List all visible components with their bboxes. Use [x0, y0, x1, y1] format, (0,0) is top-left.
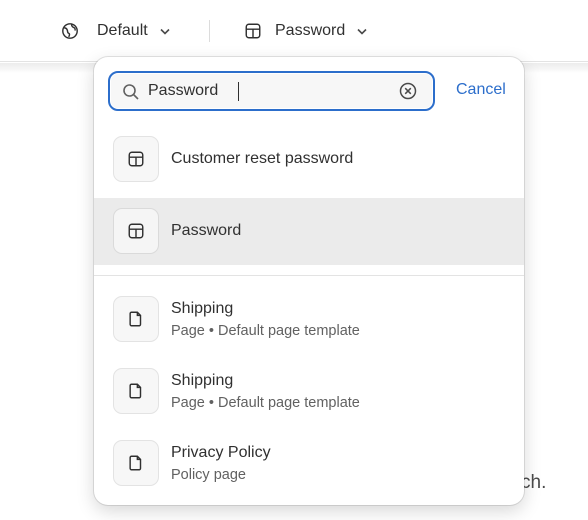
topbar-divider: [209, 20, 210, 42]
result-item[interactable]: Shipping Page • Default page template: [94, 360, 524, 424]
result-title: Privacy Policy: [171, 444, 271, 461]
result-title: Shipping: [171, 372, 234, 389]
theme-selector[interactable]: Default: [61, 18, 172, 44]
result-title: Customer reset password: [171, 150, 354, 167]
background-text: ch.: [521, 472, 547, 493]
result-subtitle: Page • Default page template: [171, 323, 360, 339]
chevron-down-icon: [355, 24, 369, 38]
page-icon: [113, 296, 159, 342]
cancel-button[interactable]: Cancel: [456, 81, 506, 99]
theme-selector-label: Default: [97, 22, 148, 39]
template-selector[interactable]: Password: [244, 18, 369, 44]
result-title: Shipping: [171, 300, 234, 317]
search-input[interactable]: [148, 79, 388, 103]
result-subtitle: Policy page: [171, 467, 246, 483]
result-item[interactable]: Privacy Policy Policy page: [94, 432, 524, 496]
text-caret: [238, 82, 239, 101]
chevron-down-icon: [158, 24, 172, 38]
globe-icon: [61, 22, 79, 40]
section-divider: [94, 275, 524, 276]
editor-topbar: Default Password: [0, 0, 588, 62]
search-icon: [122, 83, 140, 106]
template-search-popover: Cancel Customer reset password Password …: [94, 57, 524, 505]
page-icon: [113, 368, 159, 414]
search-field[interactable]: [108, 71, 435, 111]
result-title: Password: [171, 222, 242, 239]
clear-icon[interactable]: [399, 82, 417, 105]
page-icon: [113, 440, 159, 486]
layout-icon: [244, 22, 262, 40]
result-item-selected[interactable]: Password: [94, 198, 524, 265]
result-subtitle: Page • Default page template: [171, 395, 360, 411]
result-item[interactable]: Customer reset password: [94, 128, 524, 190]
template-selector-label: Password: [275, 22, 346, 39]
result-item[interactable]: Shipping Page • Default page template: [94, 288, 524, 352]
layout-icon: [113, 208, 159, 254]
layout-icon: [113, 136, 159, 182]
